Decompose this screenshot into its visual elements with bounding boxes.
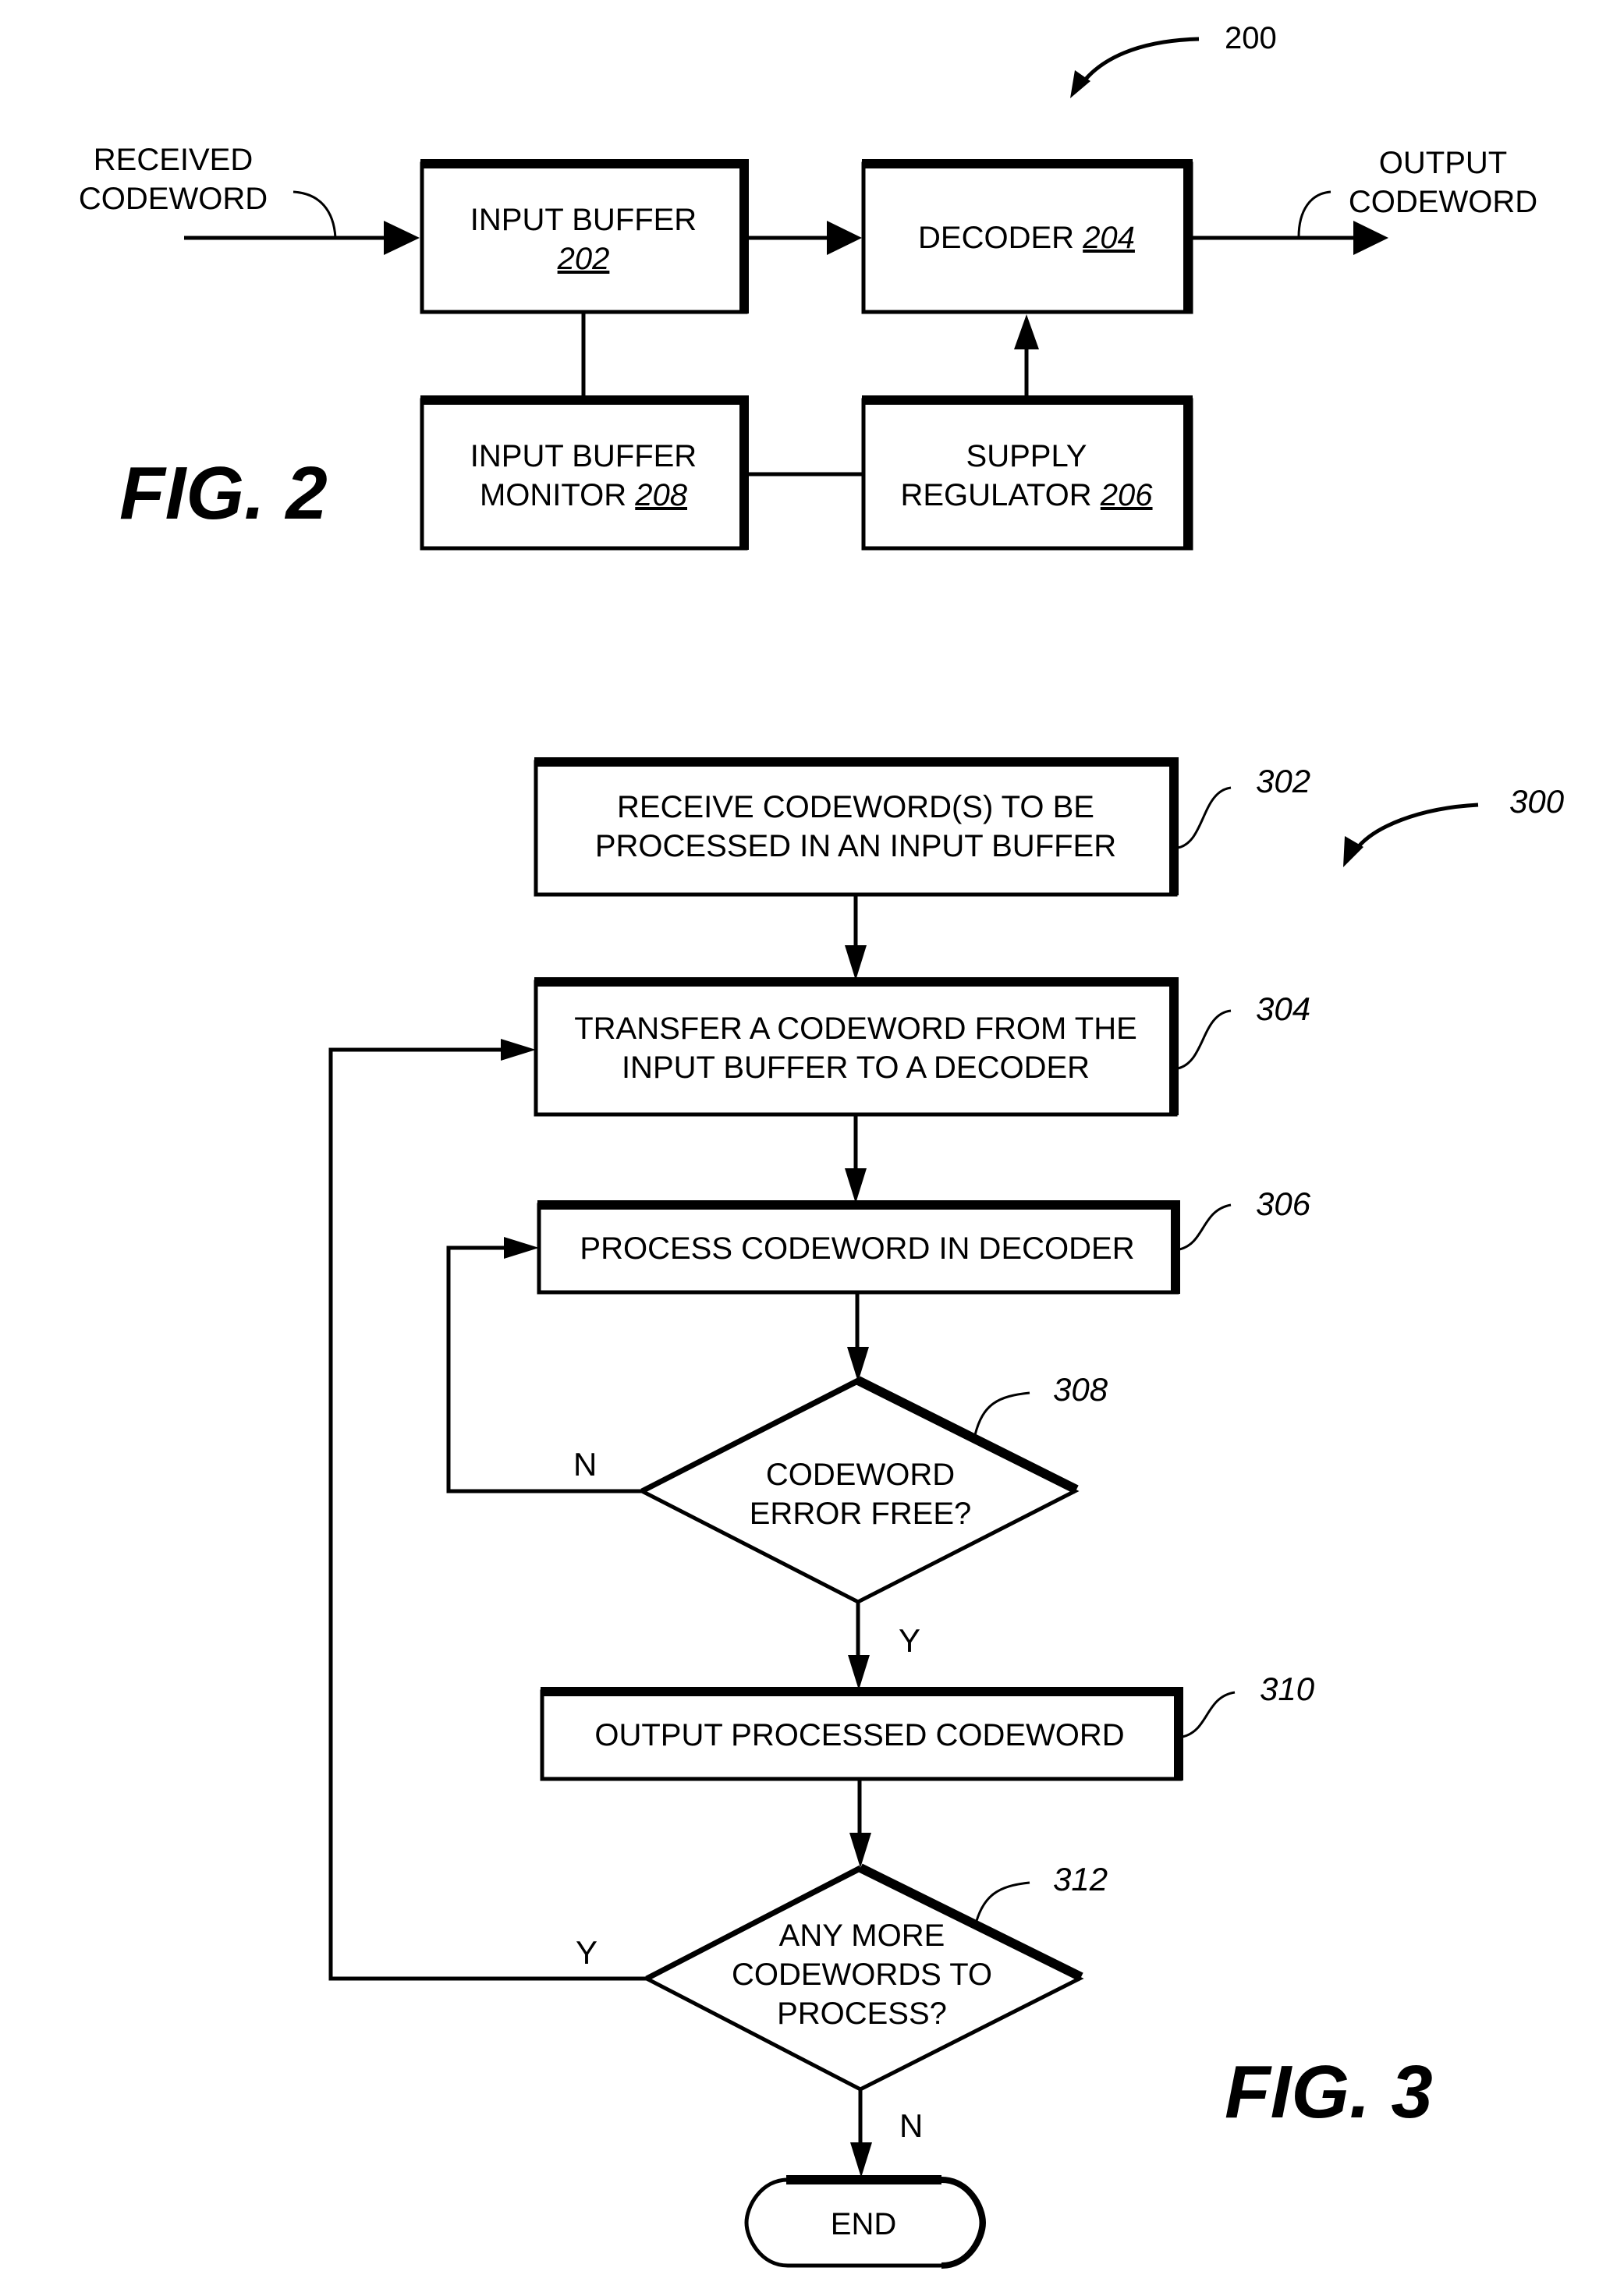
fig2: 200 RECEIVED CODEWORD INPUT BUFFER 202 D… <box>79 21 1537 551</box>
decoder-text: DECODER 204 <box>918 221 1135 255</box>
output-codeword-label-1: OUTPUT <box>1379 146 1507 180</box>
decision-312: ANY MORE CODEWORDS TO PROCESS? 312 <box>642 1861 1108 2092</box>
arrow-302-304-head <box>845 945 867 980</box>
regulator-label-1: SUPPLY <box>966 439 1087 473</box>
output-arrowhead <box>1353 221 1388 255</box>
received-codeword-label-1: RECEIVED <box>94 143 254 177</box>
step-302: RECEIVE CODEWORD(S) TO BE PROCESSED IN A… <box>534 757 1310 897</box>
decision-312-line-2: CODEWORDS TO <box>732 1958 992 1992</box>
step-302-line-1: RECEIVE CODEWORD(S) TO BE <box>617 790 1094 824</box>
decision-312-ref: 312 <box>1053 1861 1108 1897</box>
step-306-ref: 306 <box>1256 1185 1311 1222</box>
decision-312-yes-label: Y <box>576 1934 597 1971</box>
monitor-label-1: INPUT BUFFER <box>470 439 697 473</box>
step-304: TRANSFER A CODEWORD FROM THE INPUT BUFFE… <box>534 977 1310 1117</box>
decision-308-line-1: CODEWORD <box>766 1458 955 1492</box>
fig2-caption: FIG. 2 <box>119 452 328 535</box>
decision-308-yes-label: Y <box>899 1622 920 1659</box>
output-leader <box>1297 190 1331 238</box>
fig3-ref-arrowhead <box>1343 836 1363 867</box>
arrow-306-308-head <box>847 1347 869 1382</box>
step-306: PROCESS CODEWORD IN DECODER 306 <box>537 1185 1311 1295</box>
decision-308-no-label: N <box>573 1446 597 1483</box>
fig3-ref-leader <box>1353 803 1479 852</box>
monitor-ref: 208 <box>634 478 687 512</box>
step-302-ref: 302 <box>1256 763 1310 799</box>
decision-308-ref: 308 <box>1053 1371 1108 1408</box>
fig3-ref: 300 <box>1509 783 1565 820</box>
decoder-ref: 204 <box>1082 221 1135 255</box>
step-304-line-2: INPUT BUFFER TO A DECODER <box>622 1051 1090 1085</box>
decision-312-leader <box>973 1881 1030 1927</box>
decision-312-line-3: PROCESS? <box>777 1997 947 2031</box>
regulator-label-2: REGULATOR <box>900 478 1100 512</box>
arrow-312-end-head <box>850 2142 872 2177</box>
step-304-line-1: TRANSFER A CODEWORD FROM THE <box>574 1012 1137 1046</box>
fig3-caption: FIG. 3 <box>1225 2050 1433 2134</box>
step-310: OUTPUT PROCESSED CODEWORD 310 <box>540 1671 1315 1781</box>
input-buffer-ref: 202 <box>557 242 610 276</box>
step-310-leader <box>1182 1691 1236 1738</box>
received-leader <box>293 190 337 239</box>
fig2-ref: 200 <box>1225 21 1277 55</box>
loop-312-yes <box>328 1047 647 1981</box>
input-arrowhead <box>384 221 420 255</box>
arrow-310-312-head <box>849 1833 871 1868</box>
buffer-to-decoder-arrowhead <box>827 221 862 255</box>
loop-312-yes-head <box>501 1039 536 1061</box>
step-310-line-1: OUTPUT PROCESSED CODEWORD <box>594 1718 1124 1752</box>
loop-308-no-head <box>504 1237 539 1259</box>
decision-312-no-label: N <box>899 2107 923 2144</box>
step-304-ref: 304 <box>1256 990 1310 1027</box>
regulator-text-2: REGULATOR 206 <box>900 478 1153 512</box>
input-buffer-monitor-block: INPUT BUFFER MONITOR 208 <box>420 395 749 551</box>
arrow-304-306-head <box>845 1168 867 1203</box>
output-codeword-label-2: CODEWORD <box>1349 185 1537 219</box>
decoder-block: DECODER 204 <box>861 159 1193 314</box>
input-buffer-block: INPUT BUFFER 202 <box>420 159 749 314</box>
regulator-ref: 206 <box>1100 478 1153 512</box>
step-304-leader <box>1177 1009 1232 1070</box>
decoder-label: DECODER <box>918 221 1083 255</box>
supply-regulator-block: SUPPLY REGULATOR 206 <box>861 395 1193 551</box>
decision-308: CODEWORD ERROR FREE? 308 <box>637 1371 1108 1604</box>
monitor-label-2: MONITOR <box>480 478 635 512</box>
step-302-leader <box>1177 786 1232 849</box>
received-codeword-label-2: CODEWORD <box>79 182 268 216</box>
step-306-line-1: PROCESS CODEWORD IN DECODER <box>580 1231 1134 1266</box>
step-302-line-2: PROCESSED IN AN INPUT BUFFER <box>595 829 1116 863</box>
input-buffer-label: INPUT BUFFER <box>470 203 697 237</box>
decision-308-line-2: ERROR FREE? <box>750 1497 972 1531</box>
step-306-leader <box>1179 1203 1232 1251</box>
monitor-text-2: MONITOR 208 <box>480 478 688 512</box>
end-label: END <box>831 2207 896 2241</box>
end-terminator: END <box>744 2175 987 2269</box>
decision-312-line-1: ANY MORE <box>779 1919 945 1953</box>
decision-308-leader <box>973 1391 1030 1436</box>
arrow-308-310-head <box>848 1655 870 1690</box>
fig2-ref-leader <box>1078 37 1200 87</box>
regulator-decoder-arrowhead <box>1014 314 1039 349</box>
fig3: 300 RECEIVE CODEWORD(S) TO BE PROCESSED … <box>328 757 1565 2269</box>
patent-figures: 200 RECEIVED CODEWORD INPUT BUFFER 202 D… <box>79 21 1565 2269</box>
step-310-ref: 310 <box>1260 1671 1315 1707</box>
